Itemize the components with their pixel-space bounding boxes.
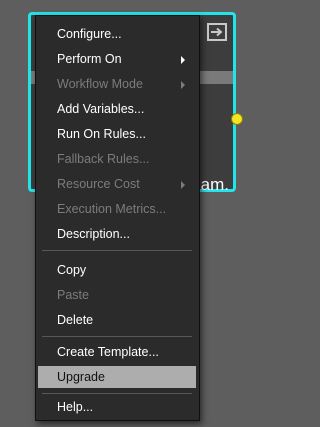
menu-separator (42, 393, 192, 394)
menu-item-workflow-mode: Workflow Mode (36, 73, 199, 95)
menu-item-label: Fallback Rules... (57, 152, 150, 166)
menu-item-label: Help... (57, 400, 94, 414)
menu-item-paste: Paste (36, 284, 199, 306)
workflow-canvas[interactable]: eam. Configure... Perform On Workflow Mo… (0, 0, 253, 427)
menu-item-label: Configure... (57, 27, 122, 41)
menu-item-run-on-rules[interactable]: Run On Rules... (36, 123, 199, 145)
menu-item-label: Create Template... (57, 345, 159, 359)
menu-item-create-template[interactable]: Create Template... (36, 341, 199, 363)
menu-item-label: Execution Metrics... (57, 202, 167, 216)
menu-item-help[interactable]: Help... (36, 396, 199, 418)
menu-item-description[interactable]: Description... (36, 223, 199, 245)
submenu-arrow-icon (181, 81, 185, 89)
menu-item-configure[interactable]: Configure... (36, 23, 199, 45)
menu-item-fallback-rules: Fallback Rules... (36, 148, 199, 170)
context-menu: Configure... Perform On Workflow Mode Ad… (35, 15, 200, 421)
menu-item-label: Add Variables... (57, 102, 145, 116)
menu-item-resource-cost: Resource Cost (36, 173, 199, 195)
menu-item-upgrade[interactable]: Upgrade (38, 366, 196, 388)
menu-item-label: Perform On (57, 52, 122, 66)
menu-item-delete[interactable]: Delete (36, 309, 199, 331)
submenu-arrow-icon (181, 181, 185, 189)
menu-separator (42, 336, 192, 337)
submenu-arrow-icon (181, 56, 185, 64)
menu-item-add-variables[interactable]: Add Variables... (36, 98, 199, 120)
menu-item-label: Workflow Mode (57, 77, 143, 91)
menu-item-execution-metrics: Execution Metrics... (36, 198, 199, 220)
menu-item-label: Paste (57, 288, 89, 302)
menu-item-label: Run On Rules... (57, 127, 146, 141)
menu-separator (42, 250, 192, 251)
expand-box-icon[interactable] (207, 23, 227, 41)
menu-item-label: Description... (57, 227, 130, 241)
menu-item-label: Resource Cost (57, 177, 140, 191)
menu-item-perform-on[interactable]: Perform On (36, 48, 199, 70)
menu-item-label: Upgrade (57, 370, 105, 384)
menu-item-label: Delete (57, 313, 94, 327)
menu-item-label: Copy (57, 263, 87, 277)
node-output-port[interactable] (231, 113, 243, 125)
menu-item-copy[interactable]: Copy (36, 259, 199, 281)
